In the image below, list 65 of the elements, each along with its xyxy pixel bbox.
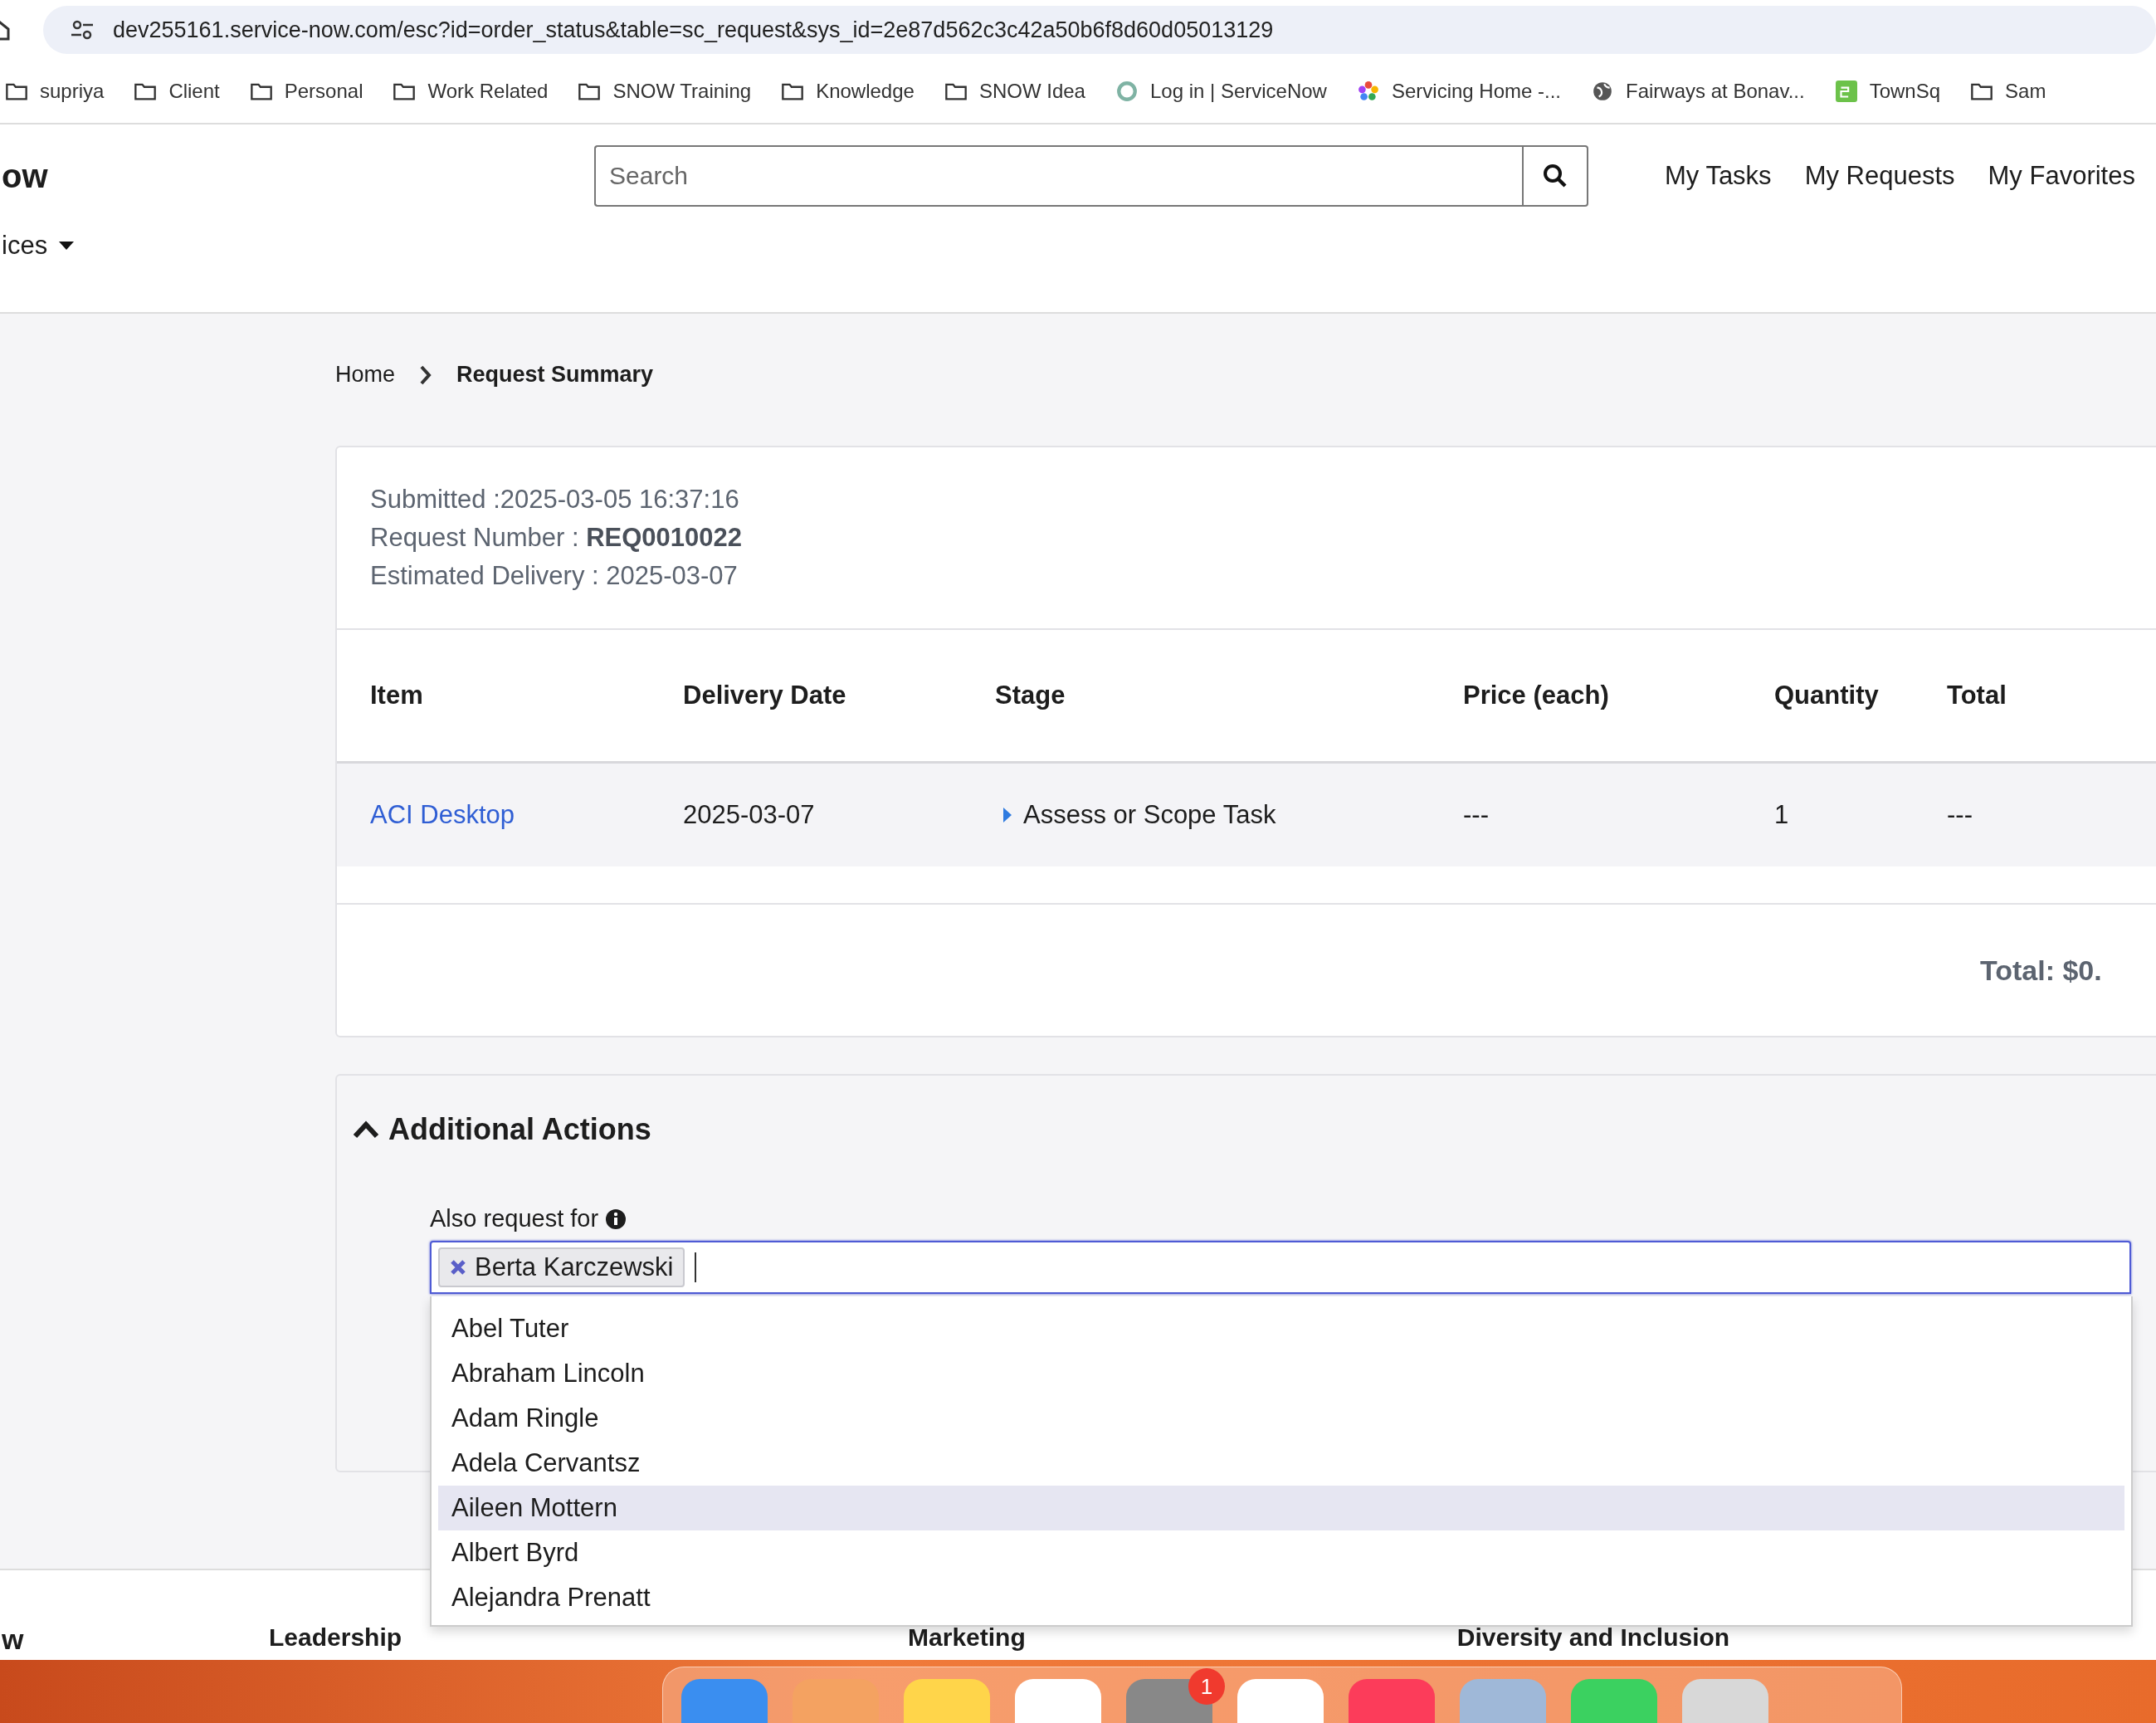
- dropdown-option[interactable]: Albert Byrd: [438, 1530, 2124, 1575]
- search-icon: [1542, 163, 1568, 189]
- dropdown-option[interactable]: Abel Tuter: [438, 1306, 2124, 1351]
- breadcrumb-link[interactable]: Home: [335, 362, 396, 388]
- dropdown-option[interactable]: Abraham Lincoln: [438, 1351, 2124, 1396]
- pinwheel-icon: [1356, 81, 1380, 102]
- info-icon[interactable]: [605, 1208, 627, 1230]
- nav-link[interactable]: My Requests: [1804, 161, 1955, 191]
- remove-icon[interactable]: [450, 1259, 466, 1276]
- tile-icon: [1834, 81, 1858, 102]
- search-button[interactable]: [1522, 145, 1588, 207]
- chevron-right-icon: [420, 364, 432, 385]
- bookmark[interactable]: Servicing Home -...: [1356, 80, 1561, 103]
- footer-logo: w: [2, 1623, 25, 1656]
- dropdown-option[interactable]: Alejandra Prenatt: [438, 1575, 2124, 1620]
- logo[interactable]: ow: [2, 157, 594, 195]
- bookmark[interactable]: Log in | ServiceNow: [1115, 80, 1327, 103]
- bookmark[interactable]: SNOW Training: [578, 80, 752, 103]
- url-text: dev255161.service-now.com/esc?id=order_status&table=sc_request&sys_id=2e87d562c3c42a50b6f8d60d05013129: [113, 17, 1274, 43]
- chevron-up-icon[interactable]: [352, 1120, 380, 1140]
- bookmark[interactable]: Client: [134, 80, 220, 103]
- submitted-text: Submitted :2025-03-05 16:37:16: [370, 484, 740, 515]
- request-number-text: Request Number : REQ0010022: [370, 522, 744, 554]
- bookmark[interactable]: TownSq: [1834, 80, 1941, 103]
- item-link[interactable]: ACI Desktop: [370, 800, 683, 830]
- footer-heading: Diversity and Inclusion: [1456, 1623, 1730, 1652]
- address-bar[interactable]: dev255161.service-now.com/esc?id=order_status&table=sc_request&sys_id=2e87d562c3c42a50b6f8d60d05013129: [43, 6, 2156, 54]
- ring-icon: [1115, 81, 1139, 102]
- table-cell: Assess or Scope Task: [1023, 800, 1276, 830]
- people-field[interactable]: Berta Karczewski: [430, 1241, 2131, 1294]
- caret-icon[interactable]: [59, 241, 75, 251]
- column-header: Price (each): [1463, 681, 1610, 710]
- total-text: Total: $0.: [1980, 954, 2102, 987]
- field-label: Also request for: [430, 1205, 599, 1232]
- nav-link[interactable]: My Tasks: [1665, 161, 1772, 191]
- dropdown-option[interactable]: Adela Cervantsz: [438, 1441, 2124, 1486]
- table-cell-text: 2025-03-07: [683, 800, 816, 830]
- bookmark[interactable]: supriya: [5, 80, 105, 103]
- dropdown-option[interactable]: Adam Ringle: [438, 1396, 2124, 1441]
- breadcrumb-current: Request Summary: [456, 362, 654, 388]
- section-title[interactable]: Additional Actions: [388, 1112, 651, 1147]
- bookmark[interactable]: Fairways at Bonav...: [1591, 80, 1805, 103]
- menu-label[interactable]: ices: [2, 231, 48, 261]
- person-tag[interactable]: Berta Karczewski: [438, 1247, 685, 1287]
- column-header: Stage: [995, 681, 1066, 710]
- table-cell-text: ---: [1463, 800, 1490, 830]
- globe-icon: [1591, 81, 1614, 102]
- table-cell-text: ---: [1947, 800, 1973, 830]
- nav-link[interactable]: My Favorites: [1988, 161, 2135, 191]
- triangle-right-icon[interactable]: [1003, 808, 1012, 822]
- column-header: Quantity: [1774, 681, 1880, 710]
- dropdown-option[interactable]: Aileen Mottern: [438, 1486, 2124, 1530]
- footer-heading: Marketing: [908, 1623, 1026, 1652]
- search-field[interactable]: Search: [594, 145, 1522, 207]
- table-cell-text: 1: [1774, 800, 1790, 830]
- column-header: Delivery Date: [683, 681, 847, 710]
- bookmark[interactable]: Sam: [1970, 80, 2046, 103]
- bookmark[interactable]: Knowledge: [781, 80, 915, 103]
- bookmark[interactable]: Personal: [249, 80, 363, 103]
- column-header: Total: [1947, 681, 2007, 710]
- column-header: Item: [370, 681, 424, 710]
- estimated-delivery-text: Estimated Delivery : 2025-03-07: [370, 560, 739, 592]
- bookmark[interactable]: SNOW Idea: [944, 80, 1085, 103]
- footer-heading: Leadership: [269, 1623, 402, 1652]
- bookmark[interactable]: Work Related: [393, 80, 549, 103]
